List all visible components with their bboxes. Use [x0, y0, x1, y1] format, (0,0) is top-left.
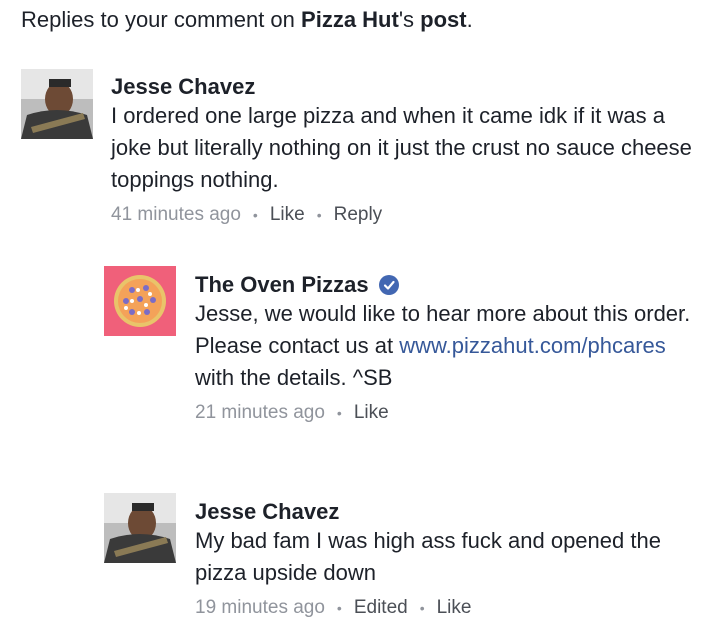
reply-button[interactable]: Reply [334, 204, 383, 226]
like-button[interactable]: Like [354, 402, 389, 424]
comment-text: I ordered one large pizza and when it ca… [111, 103, 692, 192]
comment-text: Jesse, we would like to hear more about … [195, 301, 691, 390]
comment-text: My bad fam I was high ass fuck and opene… [195, 528, 661, 585]
support-link[interactable]: www.pizzahut.com/phcares [399, 333, 666, 358]
comment-author[interactable]: Jesse Chavez [195, 499, 705, 525]
comment-meta: 21 minutes ago • Like [195, 402, 705, 424]
edited-link[interactable]: Edited [354, 597, 408, 619]
person-avatar-icon [21, 69, 93, 139]
like-button[interactable]: Like [270, 204, 305, 226]
comment-author[interactable]: Jesse Chavez [111, 74, 701, 100]
like-button[interactable]: Like [437, 597, 472, 619]
notification-header: Replies to your comment on Pizza Hut's p… [21, 7, 473, 32]
comment-meta: 41 minutes ago • Like • Reply [111, 204, 701, 226]
separator-dot: • [336, 600, 342, 616]
comment-author[interactable]: The Oven Pizzas [195, 272, 369, 298]
comment-timestamp[interactable]: 41 minutes ago [111, 204, 241, 226]
avatar[interactable] [104, 266, 176, 336]
person-avatar-icon [104, 493, 176, 563]
avatar[interactable] [21, 69, 93, 139]
separator-dot: • [316, 207, 322, 223]
separator-dot: • [419, 600, 425, 616]
header-prefix: Replies to your comment on [21, 7, 302, 32]
comment-timestamp[interactable]: 19 minutes ago [195, 597, 325, 619]
separator-dot: • [252, 207, 258, 223]
pizza-logo-icon [104, 266, 176, 336]
post-link[interactable]: post [420, 7, 466, 32]
verified-check-icon [378, 275, 399, 295]
comment-timestamp[interactable]: 21 minutes ago [195, 402, 325, 424]
header-middle: 's [398, 7, 421, 32]
avatar[interactable] [104, 493, 176, 563]
page-name-link[interactable]: Pizza Hut [301, 7, 399, 32]
separator-dot: • [336, 405, 342, 421]
comment-meta: 19 minutes ago • Edited • Like [195, 597, 705, 619]
